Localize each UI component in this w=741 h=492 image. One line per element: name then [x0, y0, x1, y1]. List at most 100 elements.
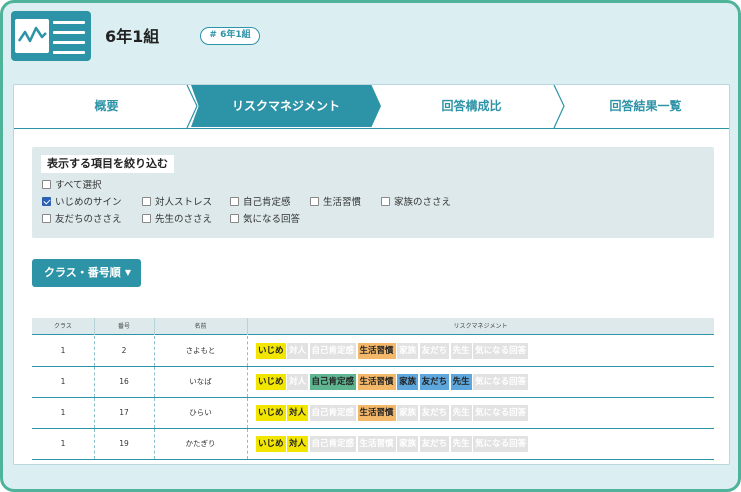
risk-tag: 生活習慣	[357, 374, 396, 390]
cell-number: 2	[121, 346, 127, 355]
cell-class: 1	[60, 377, 66, 386]
column-divider	[154, 336, 155, 366]
risk-tags: いじめ 対人 自己肯定感 生活習慣 家族 友だち 先生 気になる回答	[256, 343, 530, 359]
checkbox-icon[interactable]	[310, 197, 319, 206]
table-row[interactable]: 1 16 いなば いじめ 対人 自己肯定感 生活習慣 家族 友だち 先生 気になる回答	[32, 367, 714, 398]
header-risk-management: リスクマネジメント	[453, 323, 508, 330]
report-logo-icon	[11, 11, 91, 61]
tab-answer-composition[interactable]: 回答構成比	[379, 85, 564, 127]
class-hashtag-badge[interactable]: # 6年1組	[200, 27, 260, 45]
checkbox-icon[interactable]	[230, 197, 239, 206]
risk-tags: いじめ 対人 自己肯定感 生活習慣 家族 友だち 先生 気になる回答	[256, 405, 530, 421]
checkbox-concerning-answers[interactable]: 気になる回答	[230, 214, 300, 226]
risk-tag: 友だち	[419, 436, 450, 452]
risk-tag: 生活習慣	[357, 436, 396, 452]
tab-bar: 概要 リスクマネジメント 回答構成比 回答結果一覧	[14, 85, 729, 129]
risk-tag: 対人	[287, 374, 309, 390]
risk-tag: 対人	[287, 405, 309, 421]
cell-class: 1	[60, 408, 66, 417]
page-title: 6年1組	[105, 27, 160, 46]
main-panel: 概要 リスクマネジメント 回答構成比 回答結果一覧 表示する項目を絞り込む すべ…	[13, 84, 730, 465]
checkbox-bullying-sign[interactable]: いじめのサイン	[42, 197, 122, 209]
column-divider	[94, 429, 95, 459]
risk-tag: いじめ	[256, 343, 286, 359]
risk-tag: 気になる回答	[473, 436, 529, 452]
cell-number: 19	[119, 439, 129, 448]
risk-tag: 友だち	[419, 405, 450, 421]
tab-risk-management[interactable]: リスクマネジメント	[191, 85, 381, 127]
sort-dropdown-button[interactable]: クラス・番号順 ▼	[32, 259, 141, 287]
column-divider	[247, 318, 248, 335]
checkbox-interpersonal-stress[interactable]: 対人ストレス	[142, 197, 212, 209]
risk-tag: 友だち	[419, 343, 450, 359]
tab-divider-icon	[553, 85, 565, 128]
checkbox-icon[interactable]	[230, 214, 239, 223]
checkbox-friend-support[interactable]: 友だちのささえ	[42, 214, 122, 226]
risk-tag: 気になる回答	[473, 343, 529, 359]
cell-number: 17	[119, 408, 129, 417]
risk-tag: 気になる回答	[473, 374, 529, 390]
chevron-down-icon: ▼	[124, 268, 131, 277]
risk-tag: 先生	[450, 405, 472, 421]
checkbox-icon[interactable]	[42, 180, 51, 189]
checkbox-icon[interactable]	[381, 197, 390, 206]
risk-tag: 自己肯定感	[309, 374, 357, 390]
risk-tag: 家族	[397, 343, 419, 359]
cell-number: 16	[119, 377, 129, 386]
checkbox-icon[interactable]	[42, 214, 51, 223]
checkbox-icon[interactable]	[142, 197, 151, 206]
risk-tag: 生活習慣	[357, 405, 396, 421]
risk-tag: 家族	[397, 436, 419, 452]
table-row[interactable]: 1 2 さよもと いじめ 対人 自己肯定感 生活習慣 家族 友だち 先生 気になる回答	[32, 336, 714, 367]
column-divider	[154, 318, 155, 335]
cell-name: ひらい	[189, 408, 212, 417]
tab-answer-results[interactable]: 回答結果一覧	[562, 85, 729, 127]
checkbox-select-all[interactable]: すべて選択	[42, 180, 101, 192]
risk-tag: 家族	[397, 374, 419, 390]
risk-tags: いじめ 対人 自己肯定感 生活習慣 家族 友だち 先生 気になる回答	[256, 436, 530, 452]
column-divider	[94, 367, 95, 397]
column-divider	[247, 429, 248, 459]
risk-tag: いじめ	[256, 374, 286, 390]
table-row[interactable]: 1 19 かたぎり いじめ 対人 自己肯定感 生活習慣 家族 友だち 先生 気になる回答	[32, 429, 714, 460]
cell-name: さよもと	[185, 346, 216, 355]
table-header: クラス 番号 名前 リスクマネジメント	[32, 318, 714, 335]
filter-box: 表示する項目を絞り込む すべて選択 いじめのサイン 対人ストレス 自己肯定感 生…	[32, 147, 714, 238]
risk-tag: 自己肯定感	[309, 405, 357, 421]
header-name: 名前	[194, 323, 207, 330]
checkbox-icon[interactable]	[142, 214, 151, 223]
filter-title: 表示する項目を絞り込む	[41, 155, 174, 173]
checkbox-self-esteem[interactable]: 自己肯定感	[230, 197, 291, 209]
app-frame: 6年1組 # 6年1組 概要 リスクマネジメント 回答構成比 回答結果一覧 表示…	[0, 0, 741, 492]
checkbox-teacher-support[interactable]: 先生のささえ	[142, 214, 212, 226]
cell-name: いなば	[189, 377, 212, 386]
risk-tag: 家族	[397, 405, 419, 421]
risk-tag: いじめ	[256, 436, 286, 452]
checkbox-lifestyle[interactable]: 生活習慣	[310, 197, 361, 209]
risk-tag: 生活習慣	[357, 343, 396, 359]
risk-tag: 先生	[450, 343, 472, 359]
column-divider	[154, 367, 155, 397]
risk-tag: 対人	[287, 343, 309, 359]
risk-tag: いじめ	[256, 405, 286, 421]
header-number: 番号	[117, 323, 130, 330]
tab-divider-icon	[186, 85, 198, 128]
column-divider	[94, 318, 95, 335]
risk-tag: 自己肯定感	[309, 436, 357, 452]
cell-name: かたぎり	[185, 439, 216, 448]
tab-overview[interactable]: 概要	[14, 85, 199, 127]
column-divider	[247, 367, 248, 397]
risk-tag: 自己肯定感	[309, 343, 357, 359]
risk-table: クラス 番号 名前 リスクマネジメント 1 2 さよもと いじめ 対人 自己肯定感 生活習慣…	[32, 318, 714, 460]
risk-tag: 気になる回答	[473, 405, 529, 421]
column-divider	[154, 429, 155, 459]
checkbox-family-support[interactable]: 家族のささえ	[381, 197, 451, 209]
checkbox-checked-icon[interactable]	[42, 197, 51, 206]
risk-tag: 対人	[287, 436, 309, 452]
column-divider	[94, 398, 95, 428]
risk-tag: 友だち	[419, 374, 450, 390]
column-divider	[94, 336, 95, 366]
risk-tag: 先生	[450, 436, 472, 452]
table-row[interactable]: 1 17 ひらい いじめ 対人 自己肯定感 生活習慣 家族 友だち 先生 気になる回答	[32, 398, 714, 429]
column-divider	[247, 336, 248, 366]
